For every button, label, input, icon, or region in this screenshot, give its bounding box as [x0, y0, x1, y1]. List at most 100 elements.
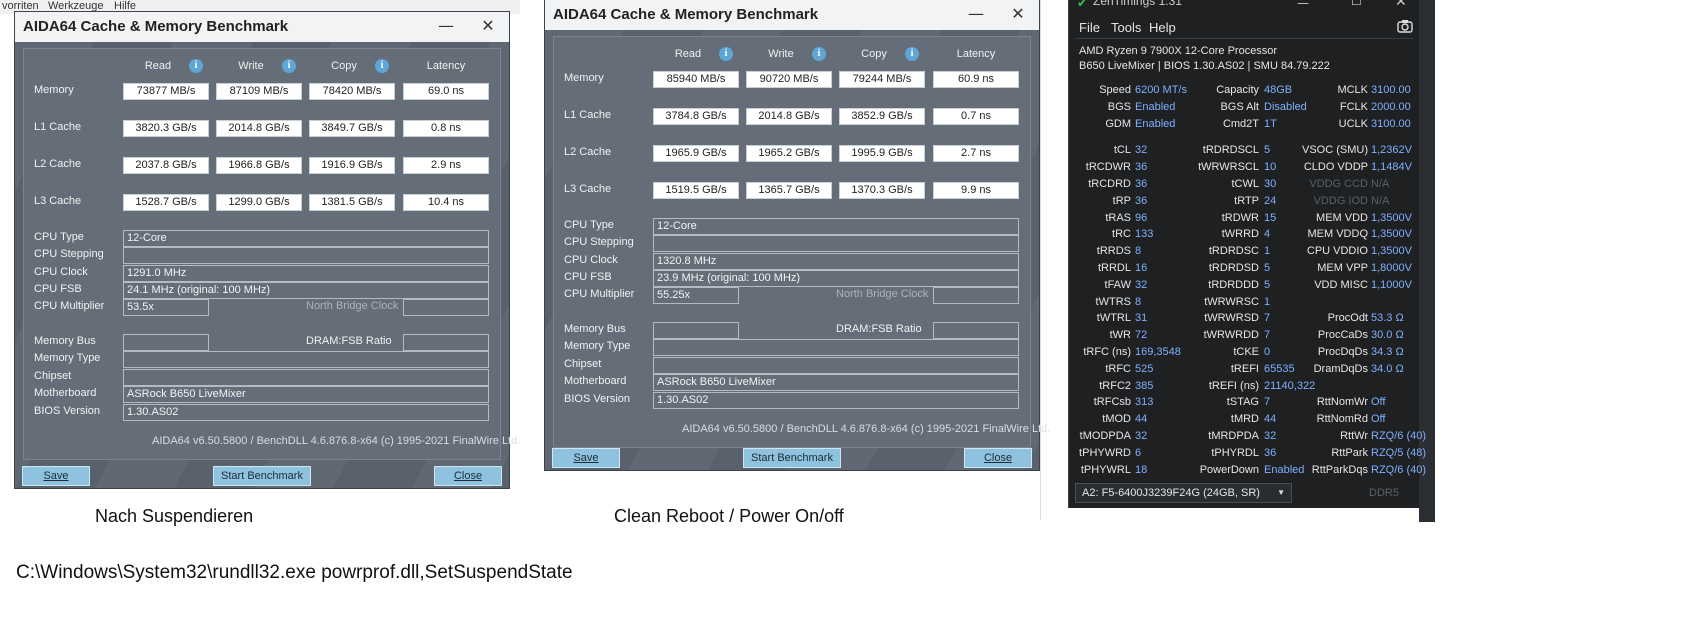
minimize-button[interactable]: — — [435, 15, 457, 37]
results-panel: Read i Write i Copy i Latency Memory 85940 MB/s 9… — [553, 36, 1050, 448]
zen-maximize-button[interactable]: ☐ — [1351, 0, 1362, 8]
zen-value: 8 — [1135, 295, 1142, 308]
dram-ratio-value — [933, 322, 1019, 339]
zen-close-button[interactable]: ✕ — [1395, 0, 1407, 10]
info-label: Memory Type — [34, 352, 101, 364]
zen-value: 32 — [1135, 144, 1148, 157]
zen-screenshot-icon[interactable] — [1397, 18, 1413, 33]
close-button-titlebar[interactable]: ✕ — [477, 15, 499, 37]
zen-value: 16 — [1135, 262, 1148, 274]
zen-key: Speed — [1099, 84, 1131, 96]
value-read: 3820.3 GB/s — [123, 120, 209, 137]
info-label: BIOS Version — [564, 393, 631, 405]
zen-value: 32 — [1135, 278, 1148, 291]
info-icon[interactable]: i — [375, 59, 389, 73]
column-header-read: Read — [144, 60, 172, 72]
zen-key: tWRWRSCL — [1198, 161, 1259, 174]
zen-key: CLDO VDDP — [1303, 161, 1368, 174]
zen-value: 30 — [1264, 178, 1277, 190]
info-label: CPU Multiplier — [34, 300, 105, 312]
info-value: ASRock B650 LiveMixer — [653, 374, 1019, 391]
background-menu-item-2: Werkzeuge — [48, 0, 104, 12]
close-button[interactable]: Close — [434, 466, 502, 486]
start-benchmark-button[interactable]: Start Benchmark — [743, 448, 841, 468]
zen-minimize-button[interactable]: — — [1297, 0, 1309, 10]
zen-value: 1,1000V — [1371, 278, 1412, 291]
value-write: 1299.0 GB/s — [216, 194, 302, 211]
zen-key: ProcOdt — [1327, 312, 1368, 325]
version-footer: AIDA64 v6.50.5800 / BenchDLL 4.6.876.8-x… — [152, 435, 521, 447]
zen-key: tREFI — [1230, 362, 1259, 375]
north-bridge-label: North Bridge Clock — [306, 300, 399, 312]
save-button[interactable]: Save — [552, 448, 620, 468]
zen-key: tMOD — [1102, 413, 1131, 426]
zen-key: tPHYRDL — [1211, 446, 1259, 459]
cpu-multiplier-value: 55.25x — [653, 287, 739, 304]
zen-key: tRFC — [1105, 362, 1131, 375]
minimize-button[interactable]: — — [965, 3, 987, 25]
info-value: 1320.8 MHz — [653, 253, 1019, 270]
value-latency: 0.7 ns — [933, 108, 1019, 125]
cpu-multiplier-value: 53.5x — [123, 299, 209, 316]
zen-key: VDDG CCD — [1309, 178, 1368, 190]
close-button-titlebar[interactable]: ✕ — [1007, 3, 1029, 25]
caption-reboot: Clean Reboot / Power On/off — [614, 506, 844, 526]
zen-key: RttParkDqs — [1311, 463, 1368, 476]
info-label: CPU Clock — [564, 254, 618, 266]
zen-menu-file[interactable]: File — [1079, 20, 1100, 35]
zen-key: tRTP — [1234, 194, 1259, 207]
zen-value: 1 — [1264, 245, 1271, 258]
zen-key: tWRWRSD — [1204, 312, 1259, 325]
info-icon[interactable]: i — [282, 59, 296, 73]
background-window-right — [1040, 0, 1069, 520]
ddr-type-label: DDR5 — [1369, 487, 1399, 499]
zen-value: 5 — [1264, 278, 1271, 291]
info-label: CPU Multiplier — [564, 288, 635, 300]
value-copy: 3849.7 GB/s — [309, 120, 395, 137]
zen-value: 34.0 Ω — [1371, 362, 1404, 375]
zen-value: 32 — [1264, 430, 1277, 442]
info-value — [653, 357, 1019, 374]
zen-value: 53.3 Ω — [1371, 312, 1404, 325]
zen-key: tRAS — [1105, 211, 1131, 224]
zen-key: VDD MISC — [1314, 278, 1368, 291]
background-menu-item-1: vorriten — [2, 0, 39, 12]
info-icon[interactable]: i — [905, 47, 919, 61]
titlebar: AIDA64 Cache & Memory Benchmark — ✕ — [545, 0, 1039, 30]
zen-key: ProcDqDs — [1317, 346, 1368, 358]
start-benchmark-button[interactable]: Start Benchmark — [213, 466, 311, 486]
info-icon[interactable]: i — [189, 59, 203, 73]
zen-key: tSTAG — [1226, 396, 1259, 409]
zen-key: tWTRL — [1096, 312, 1131, 325]
aida64-window-reboot: AIDA64 Cache & Memory Benchmark — ✕ Read i Wr… — [545, 0, 1050, 470]
info-label: Chipset — [564, 358, 602, 370]
zen-value: 1,3500V — [1371, 228, 1412, 241]
info-label: CPU FSB — [34, 283, 82, 295]
zen-menu-tools[interactable]: Tools — [1111, 20, 1141, 35]
zen-key: CPU VDDIO — [1306, 245, 1368, 258]
background-menu-item-3: Hilfe — [114, 0, 137, 12]
dimm-select[interactable]: A2: F5-6400J3239F24G (24GB, SR) ▼ — [1075, 483, 1292, 503]
info-icon[interactable]: i — [812, 47, 826, 61]
info-icon[interactable]: i — [719, 47, 733, 61]
close-button[interactable]: Close — [964, 448, 1032, 468]
zen-value: Off — [1371, 413, 1386, 426]
zen-key: tRRDL — [1097, 262, 1131, 274]
save-button[interactable]: Save — [22, 466, 90, 486]
info-value — [123, 247, 489, 264]
zen-value: 5 — [1264, 144, 1271, 157]
column-header-copy: Copy — [331, 60, 357, 72]
info-label: CPU Type — [564, 219, 614, 231]
zen-value: 1 — [1264, 295, 1271, 308]
value-write: 87109 MB/s — [216, 83, 302, 100]
zen-menu-help[interactable]: Help — [1149, 20, 1176, 35]
zen-key: RttPark — [1331, 446, 1368, 459]
zen-value: 6 — [1135, 446, 1142, 459]
zen-value: 7 — [1264, 312, 1271, 325]
zen-key: tCWL — [1231, 178, 1260, 190]
window-title: AIDA64 Cache & Memory Benchmark — [23, 18, 289, 35]
zen-key: RttNomRd — [1316, 413, 1368, 426]
zen-value: 7 — [1264, 396, 1271, 409]
zen-value: 36 — [1135, 161, 1148, 174]
value-write: 2014.8 GB/s — [746, 108, 832, 125]
